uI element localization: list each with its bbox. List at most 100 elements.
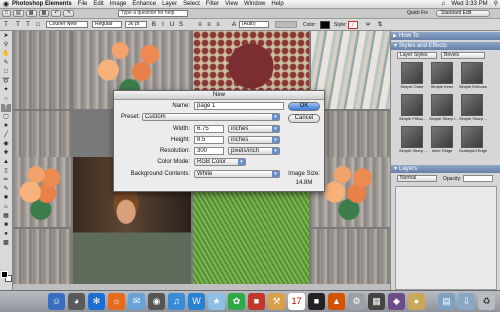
ok-button[interactable]: OK — [288, 102, 320, 111]
style-swatch[interactable]: Simple Sharp I... — [429, 94, 459, 125]
clone-stamp-tool-icon[interactable]: ▲ — [1, 158, 11, 166]
warp-text-icon[interactable]: ᴪ — [364, 21, 372, 29]
align-left-icon[interactable]: ≡ — [196, 21, 204, 29]
how-to-header[interactable]: ▶ How To — [391, 32, 500, 40]
new-icon[interactable]: □ — [2, 10, 12, 17]
blur-tool-icon[interactable]: ● — [1, 230, 11, 238]
brush-tool-icon[interactable]: ✎ — [1, 185, 11, 193]
foreground-color-swatch[interactable] — [1, 271, 8, 278]
gradient-tool-icon[interactable]: ▦ — [1, 212, 11, 220]
magic-wand-tool-icon[interactable]: ✦ — [1, 86, 11, 94]
crop-tool-icon[interactable]: ▢ — [1, 113, 11, 121]
style-swatch[interactable]: Simple Sharp ... — [399, 126, 427, 157]
style-library-select[interactable]: Bevels — [441, 52, 485, 59]
eyedropper-tool-icon[interactable]: ✎ — [1, 59, 11, 67]
italic-icon[interactable]: I — [159, 21, 167, 29]
app-icon-purple[interactable]: ◆ — [388, 293, 405, 310]
color-mode-select[interactable]: RGB Color ▾ — [194, 158, 246, 166]
resolution-unit-select[interactable]: pixels/inch ▾ — [228, 147, 280, 155]
straighten-tool-icon[interactable]: ╱ — [1, 131, 11, 139]
menu-help[interactable]: Help — [271, 1, 283, 7]
style-swatch[interactable]: Simple Pillow... — [399, 94, 426, 125]
layers-list[interactable] — [395, 186, 497, 290]
resolution-input[interactable]: 300 — [194, 147, 224, 155]
style-category-select[interactable]: Layer Styles — [397, 52, 437, 59]
font-size-select[interactable]: 36 pt — [125, 21, 147, 28]
app-icon-red[interactable]: ■ — [248, 293, 265, 310]
zoom-tool-icon[interactable]: ⚲ — [1, 41, 11, 49]
opacity-input[interactable] — [463, 175, 493, 182]
menu-window[interactable]: Window — [244, 1, 265, 7]
ical-icon[interactable]: 17 — [288, 293, 305, 310]
blend-mode-select[interactable]: Normal — [397, 175, 437, 182]
horizontal-type-icon[interactable]: T — [14, 21, 22, 29]
style-swatch[interactable]: Simple Outer — [399, 62, 425, 93]
dashboard-icon[interactable]: ◕ — [68, 293, 85, 310]
itunes-icon[interactable]: ♫ — [168, 293, 185, 310]
style-none-icon[interactable]: / — [348, 21, 358, 29]
help-search-input[interactable]: Type a question for help — [118, 10, 188, 17]
sponge-tool-icon[interactable]: ▩ — [1, 239, 11, 247]
app-icon-gold[interactable]: ● — [408, 293, 425, 310]
mail-icon[interactable]: ✉ — [128, 293, 145, 310]
red-eye-tool-icon[interactable]: ◉ — [1, 140, 11, 148]
system-preferences-icon[interactable]: ⚙ — [348, 293, 365, 310]
move-tool-icon[interactable]: ➤ — [1, 32, 11, 40]
font-style-select[interactable]: Regular — [92, 21, 122, 28]
firefox-icon[interactable]: ☼ — [108, 293, 125, 310]
documents-stack-icon[interactable]: ▤ — [438, 293, 455, 310]
style-swatch[interactable]: Simple Sharp ... — [459, 94, 487, 125]
bold-icon[interactable]: B — [150, 21, 158, 29]
camera-icon[interactable]: ◉ — [148, 293, 165, 310]
name-input[interactable]: page 1 — [194, 102, 284, 110]
font-family-select[interactable]: Courier New — [46, 21, 88, 28]
app-icon-dark[interactable]: ■ — [308, 293, 325, 310]
leading-select[interactable]: (Auto) — [239, 21, 269, 28]
menu-image[interactable]: Image — [110, 1, 127, 7]
paint-bucket-tool-icon[interactable]: ♨ — [1, 203, 11, 211]
width-input[interactable]: 6.75 — [194, 125, 224, 133]
menu-view[interactable]: View — [225, 1, 238, 7]
open-icon[interactable]: ▤ — [13, 10, 24, 17]
width-unit-select[interactable]: inches ▾ — [228, 125, 280, 133]
app-icon-tools[interactable]: ⚒ — [268, 293, 285, 310]
cancel-button[interactable]: Cancel — [288, 114, 320, 123]
height-unit-select[interactable]: inches ▾ — [228, 136, 280, 144]
redo-icon[interactable]: ↷ — [63, 10, 74, 17]
pencil-tool-icon[interactable]: ✏ — [1, 176, 11, 184]
strikethrough-icon[interactable]: S — [177, 21, 185, 29]
menu-file[interactable]: File — [78, 1, 88, 7]
color-swatches[interactable] — [1, 271, 13, 283]
undo-icon[interactable]: ↶ — [51, 10, 62, 17]
type-mask-icon[interactable]: □ — [34, 21, 42, 29]
apple-menu-icon[interactable]: ◉ — [0, 0, 12, 9]
eraser-tool-icon[interactable]: ▯ — [1, 167, 11, 175]
underline-icon[interactable]: U — [168, 21, 176, 29]
menu-filter[interactable]: Filter — [206, 1, 219, 7]
quick-fix-button[interactable]: Quick Fix — [407, 10, 428, 17]
hand-tool-icon[interactable]: ✋ — [1, 50, 11, 58]
spotlight-icon[interactable]: ⚲ — [494, 0, 498, 9]
background-contents-select[interactable]: White ▾ — [194, 170, 280, 178]
text-color-swatch[interactable] — [320, 21, 330, 29]
cookie-cutter-tool-icon[interactable]: ★ — [1, 122, 11, 130]
height-input[interactable]: 8.5 — [194, 136, 224, 144]
type-tool-icon[interactable]: T — [1, 104, 11, 112]
style-swatch[interactable]: Simple Emboss — [459, 62, 487, 93]
safari-icon[interactable]: ✻ — [88, 293, 105, 310]
vertical-type-icon[interactable]: T — [24, 21, 32, 29]
styles-effects-header[interactable]: ▼ Styles and Effects — [391, 42, 500, 50]
shape-tool-icon[interactable]: ■ — [1, 221, 11, 229]
volume-icon[interactable]: ♫ — [441, 0, 446, 9]
print-icon[interactable]: ▩ — [38, 10, 50, 17]
style-swatch[interactable]: Inner Ridge — [429, 126, 455, 157]
app-icon-grey[interactable]: ▦ — [368, 293, 385, 310]
standard-edit-button[interactable]: Standard Edit — [436, 10, 490, 17]
marquee-tool-icon[interactable]: □ — [1, 68, 11, 76]
app-menu[interactable]: Photoshop Elements — [12, 1, 72, 7]
word-icon[interactable]: W — [188, 293, 205, 310]
downloads-stack-icon[interactable]: ⇩ — [458, 293, 475, 310]
preset-select[interactable]: Custom ▾ — [142, 113, 280, 121]
layers-header[interactable]: ▼ Layers — [391, 165, 500, 173]
selection-brush-tool-icon[interactable]: ○ — [1, 95, 11, 103]
